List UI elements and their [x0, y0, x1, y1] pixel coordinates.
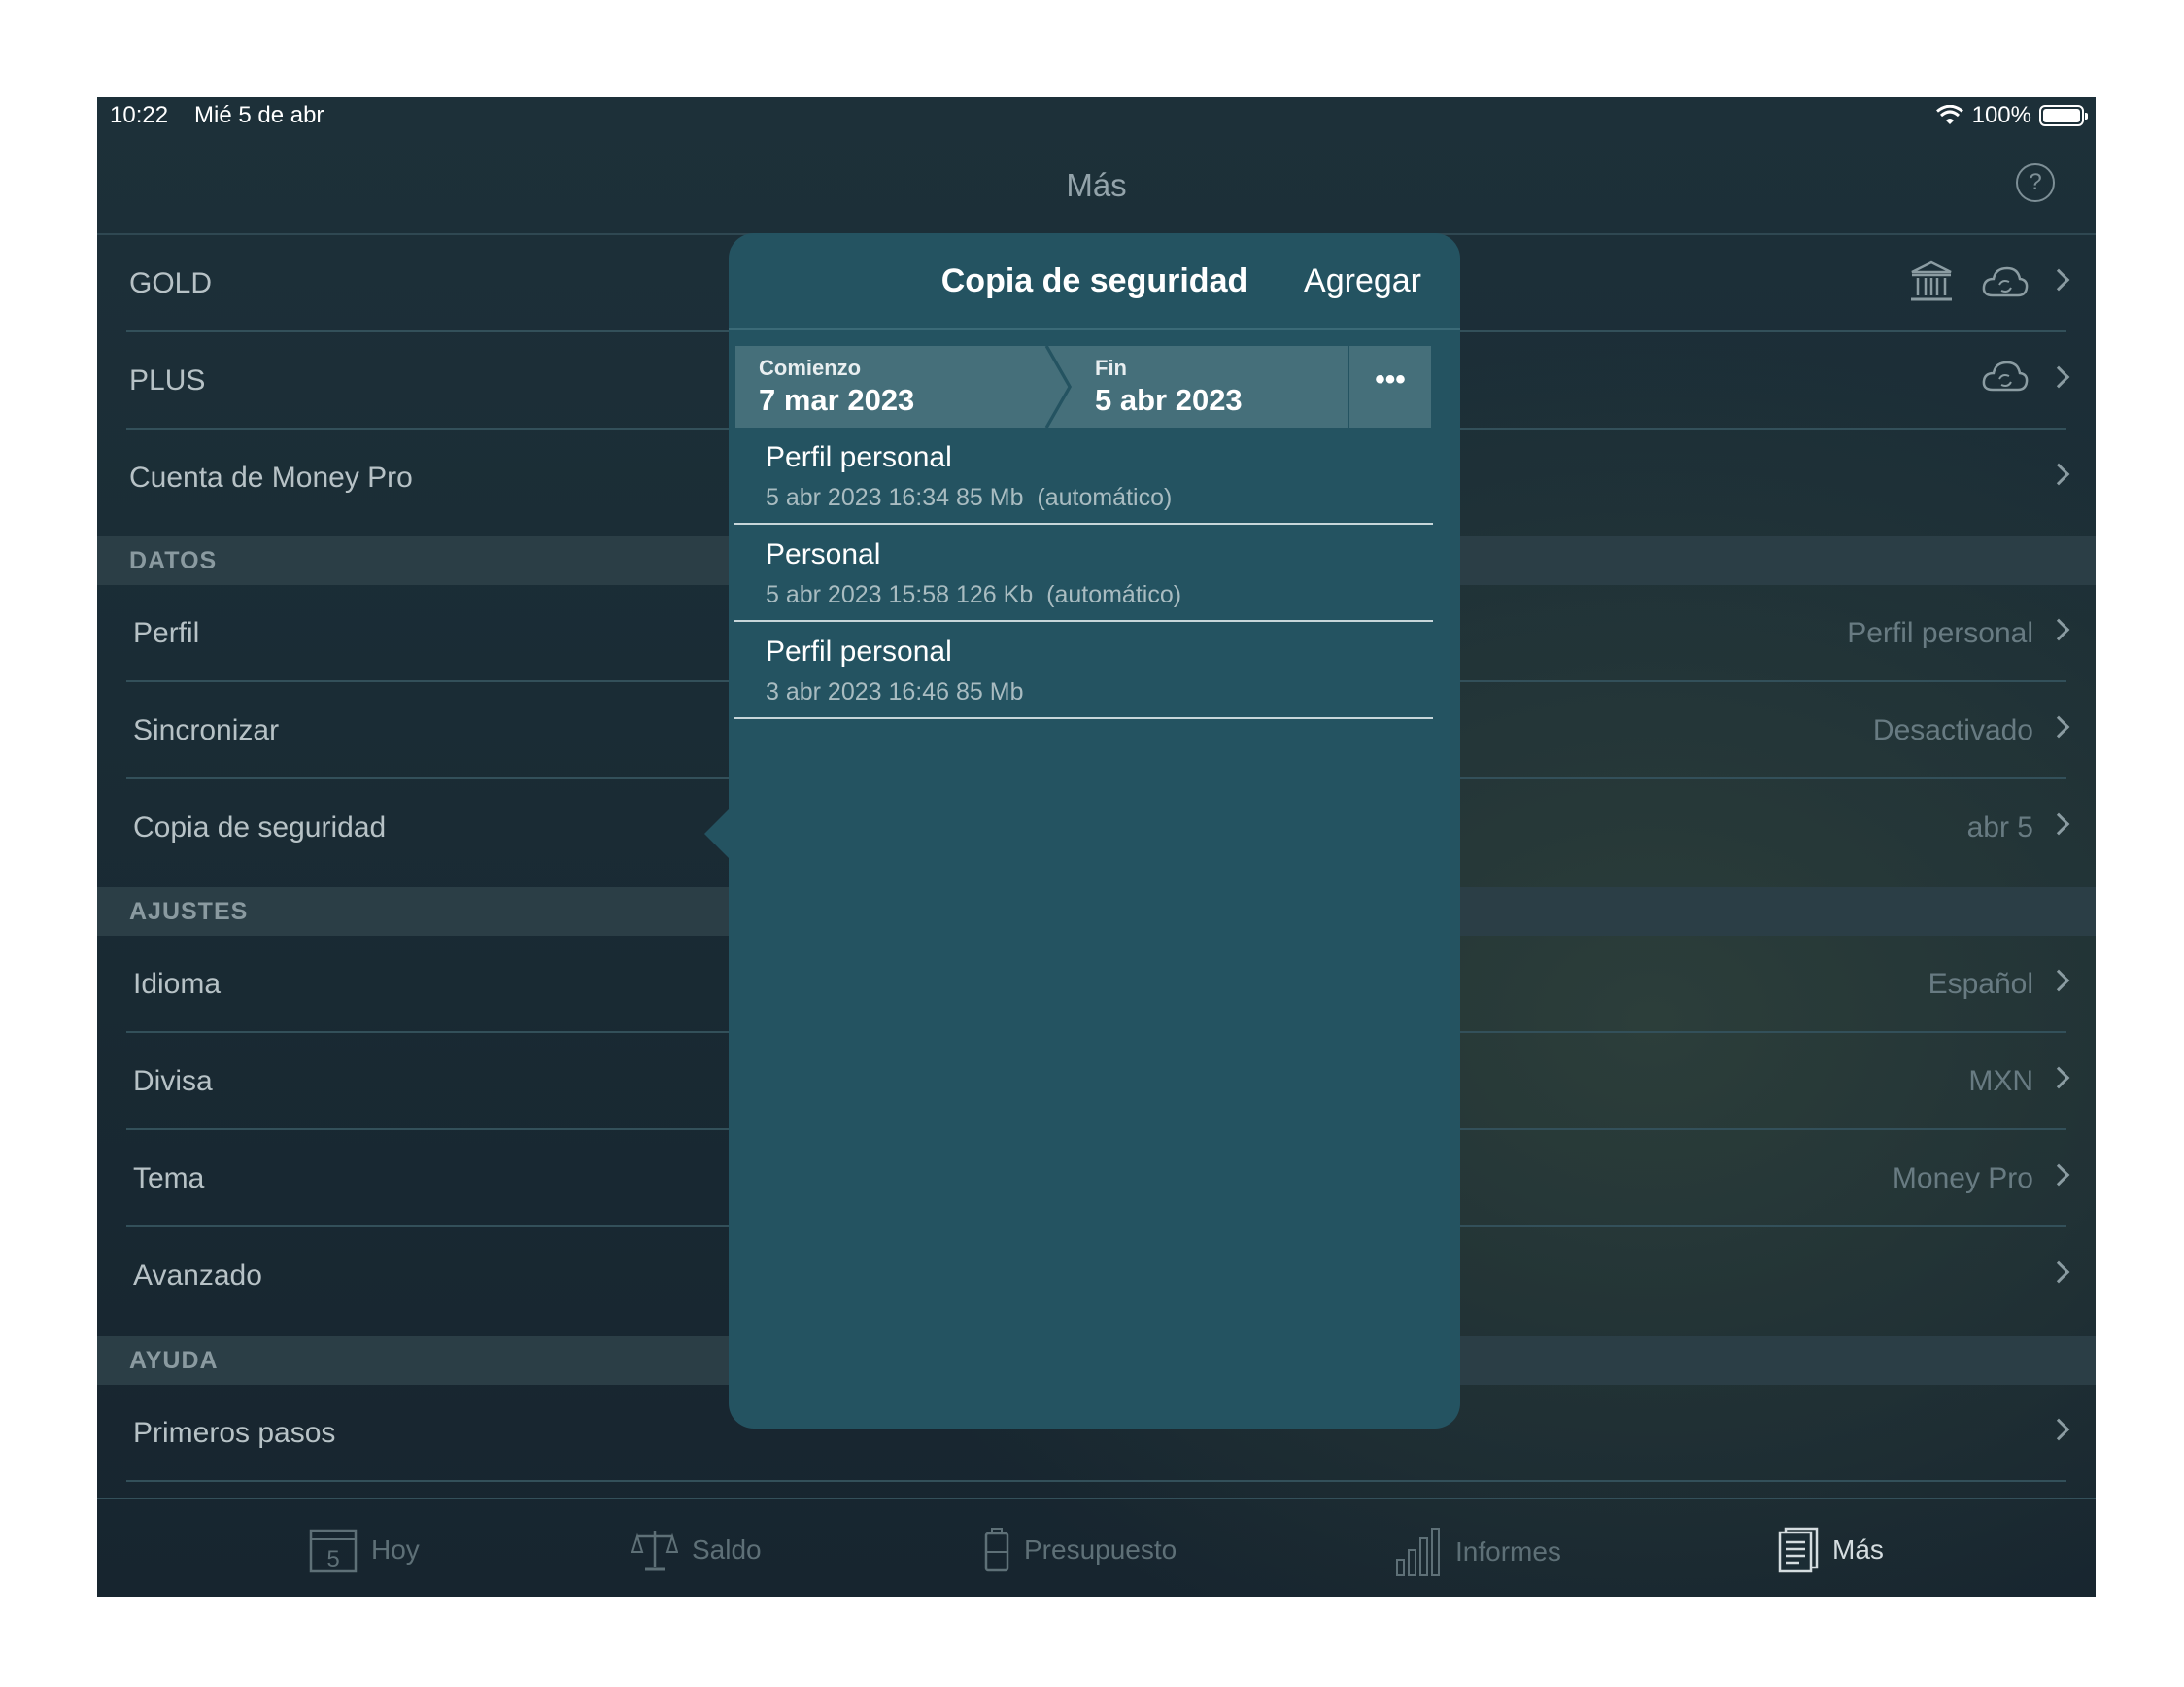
- tab-bar: 5 Hoy Saldo Presupuesto Informes Más: [97, 1498, 2096, 1597]
- tab-label: Hoy: [371, 1534, 420, 1565]
- start-date-selector[interactable]: Comienzo 7 mar 2023: [735, 346, 1056, 428]
- tab-label: Informes: [1455, 1536, 1561, 1566]
- start-date-label: Comienzo: [759, 356, 862, 380]
- battery-icon: [2039, 105, 2088, 126]
- document-icon: [1778, 1527, 1819, 1573]
- backup-list-item[interactable]: Personal 5 abr 2023 15:58 126 Kb (automá…: [734, 525, 1433, 622]
- cloud-sync-icon: [1982, 266, 2029, 297]
- tab-hoy[interactable]: 5 Hoy: [309, 1527, 420, 1573]
- app-screen: 10:22 Mié 5 de abr 100% Más ? GOLD PLUS …: [97, 97, 2096, 1597]
- chevron-right-icon: [2047, 1066, 2070, 1089]
- chevron-right-icon: [2047, 1260, 2070, 1284]
- status-time: 10:22: [110, 102, 169, 128]
- add-backup-button[interactable]: Agregar: [1304, 262, 1421, 300]
- wifi-icon: [1935, 105, 1963, 124]
- section-title: AYUDA: [129, 1347, 219, 1374]
- start-date-value: 7 mar 2023: [759, 383, 915, 417]
- calendar-day: 5: [326, 1546, 339, 1572]
- navigation-bar: Más ?: [97, 136, 2096, 235]
- tab-informes[interactable]: Informes: [1395, 1527, 1561, 1577]
- tab-label: Más: [1832, 1534, 1884, 1565]
- page-title: Más: [1066, 167, 1127, 203]
- row-value: Español: [1928, 968, 2033, 1000]
- chevron-right-icon: [2047, 618, 2070, 641]
- status-date: Mié 5 de abr: [194, 102, 324, 128]
- end-date-value: 5 abr 2023: [1095, 383, 1243, 417]
- row-label: Cuenta de Money Pro: [129, 462, 413, 494]
- row-value: MXN: [1968, 1065, 2033, 1097]
- backup-list-item[interactable]: Perfil personal 5 abr 2023 16:34 85 Mb (…: [734, 428, 1433, 525]
- chevron-right-icon: [2047, 268, 2070, 292]
- section-title: DATOS: [129, 547, 218, 574]
- backup-meta: 5 abr 2023 16:34 85 Mb (automático): [766, 484, 1173, 511]
- cloud-sync-icon: [1982, 361, 2029, 392]
- row-label: Primeros pasos: [133, 1417, 336, 1449]
- end-date-selector[interactable]: Fin 5 abr 2023: [1071, 346, 1348, 428]
- bank-icon: [1911, 260, 1952, 301]
- chevron-right-icon: [2047, 365, 2070, 389]
- row-label: Perfil: [133, 617, 200, 649]
- chevron-right-icon: [2047, 1163, 2070, 1187]
- row-value: Money Pro: [1892, 1162, 2033, 1194]
- date-range-bar: Comienzo 7 mar 2023 Fin 5 abr 2023 •••: [735, 346, 1431, 428]
- status-bar: 10:22 Mié 5 de abr 100%: [97, 97, 2096, 136]
- tab-presupuesto[interactable]: Presupuesto: [983, 1527, 1177, 1573]
- row-icons: [1909, 260, 2030, 303]
- more-options-button[interactable]: •••: [1349, 346, 1431, 428]
- scale-icon: [631, 1531, 678, 1571]
- backup-popover: Copia de seguridad Agregar Comienzo 7 ma…: [729, 233, 1460, 1429]
- chevron-right-icon: [2047, 715, 2070, 739]
- backup-name: Perfil personal: [766, 441, 952, 473]
- battery-budget-icon: [984, 1528, 1009, 1572]
- row-value: Perfil personal: [1847, 617, 2033, 649]
- tab-label: Saldo: [692, 1534, 762, 1565]
- section-title: AJUSTES: [129, 898, 249, 925]
- backup-name: Perfil personal: [766, 636, 952, 668]
- chevron-right-icon: [2047, 463, 2070, 486]
- bar-chart-icon: [1396, 1528, 1440, 1576]
- tab-mas[interactable]: Más: [1778, 1527, 1884, 1573]
- help-icon[interactable]: ?: [2016, 163, 2055, 202]
- popover-header: Copia de seguridad Agregar: [729, 233, 1460, 330]
- backup-name: Personal: [766, 538, 881, 570]
- calendar-icon: 5: [309, 1529, 358, 1573]
- row-label: PLUS: [129, 364, 206, 396]
- battery-percent: 100%: [1971, 102, 2031, 128]
- backup-meta: 5 abr 2023 15:58 126 Kb (automático): [766, 581, 1182, 608]
- chevron-right-icon: [2047, 1418, 2070, 1441]
- row-label: Divisa: [133, 1065, 213, 1097]
- status-indicators: 100%: [1935, 102, 2088, 129]
- row-label: GOLD: [129, 267, 213, 299]
- row-label: Tema: [133, 1162, 205, 1194]
- tab-saldo[interactable]: Saldo: [631, 1527, 762, 1573]
- backup-list-item[interactable]: Perfil personal 3 abr 2023 16:46 85 Mb: [734, 622, 1433, 719]
- row-value: abr 5: [1966, 811, 2033, 844]
- row-icons: [1981, 358, 2030, 395]
- popover-arrow: [704, 807, 732, 861]
- tab-label: Presupuesto: [1024, 1534, 1177, 1565]
- row-label: Idioma: [133, 968, 222, 1000]
- end-date-label: Fin: [1095, 356, 1127, 380]
- row-value: Desactivado: [1872, 714, 2033, 746]
- row-label: Sincronizar: [133, 714, 280, 746]
- chevron-right-icon: [2047, 969, 2070, 992]
- chevron-right-icon: [2047, 812, 2070, 836]
- row-label: Avanzado: [133, 1259, 262, 1291]
- row-label: Copia de seguridad: [133, 811, 387, 844]
- backup-meta: 3 abr 2023 16:46 85 Mb: [766, 678, 1024, 706]
